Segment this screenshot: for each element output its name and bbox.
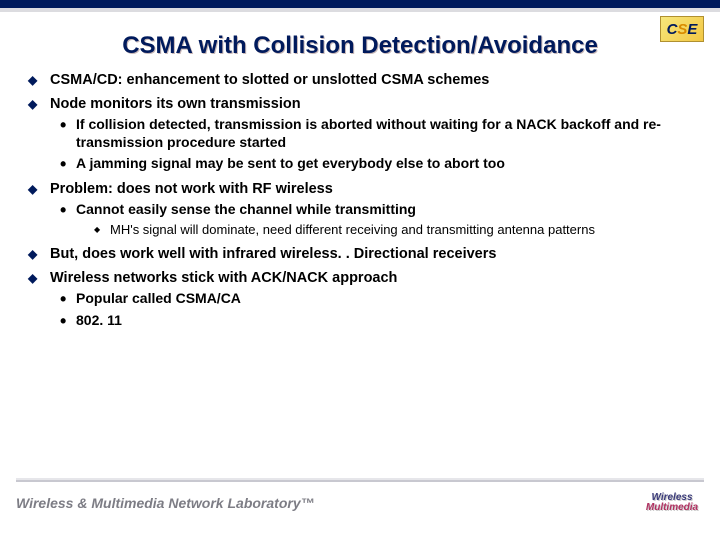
sub-bullet-text: Popular called CSMA/CA	[76, 290, 241, 306]
footer: Wireless & Multimedia Network Laboratory…	[16, 480, 704, 520]
logo-row2: Multimedia	[646, 503, 698, 513]
footer-divider	[16, 480, 704, 482]
bullet-item: Wireless networks stick with ACK/NACK ap…	[28, 270, 692, 329]
logo-letter-e: E	[687, 21, 697, 38]
footer-text: Wireless & Multimedia Network Laboratory…	[16, 495, 315, 511]
sub-bullet-item: A jamming signal may be sent to get ever…	[50, 155, 692, 173]
wireless-multimedia-logo: Wireless Multimedia	[640, 486, 704, 520]
slide-body: CSMA/CD: enhancement to slotted or unslo…	[0, 72, 720, 329]
logo-letter-s: S	[677, 21, 687, 38]
bullet-item: Problem: does not work with RF wireless …	[28, 181, 692, 239]
sub-bullet-text: 802. 11	[76, 312, 122, 328]
bullet-item: Node monitors its own transmission If co…	[28, 96, 692, 173]
sub-sub-bullet-item: MH's signal will dominate, need differen…	[76, 222, 692, 238]
sub-bullet-text: A jamming signal may be sent to get ever…	[76, 155, 505, 171]
sub-bullet-item: 802. 11	[50, 312, 692, 330]
sub-bullet-text: If collision detected, transmission is a…	[76, 116, 661, 150]
bullet-text: Problem: does not work with RF wireless	[50, 181, 333, 197]
logo-letter-c: C	[667, 21, 678, 38]
top-accent-bar	[0, 0, 720, 8]
slide-title: CSMA with Collision Detection/Avoidance	[0, 12, 720, 72]
bullet-item: CSMA/CD: enhancement to slotted or unslo…	[28, 72, 692, 88]
bullet-text: Wireless networks stick with ACK/NACK ap…	[50, 270, 397, 286]
sub-bullet-text: Cannot easily sense the channel while tr…	[76, 201, 416, 217]
sub-bullet-item: If collision detected, transmission is a…	[50, 116, 692, 151]
sub-sub-bullet-text: MH's signal will dominate, need differen…	[110, 222, 595, 237]
sub-bullet-item: Popular called CSMA/CA	[50, 290, 692, 308]
cse-logo: CSE	[660, 16, 704, 42]
bullet-text: But, does work well with infrared wirele…	[50, 246, 496, 262]
bullet-item: But, does work well with infrared wirele…	[28, 246, 692, 262]
sub-bullet-item: Cannot easily sense the channel while tr…	[50, 201, 692, 239]
bullet-text: Node monitors its own transmission	[50, 96, 301, 112]
bullet-text: CSMA/CD: enhancement to slotted or unslo…	[50, 72, 489, 88]
